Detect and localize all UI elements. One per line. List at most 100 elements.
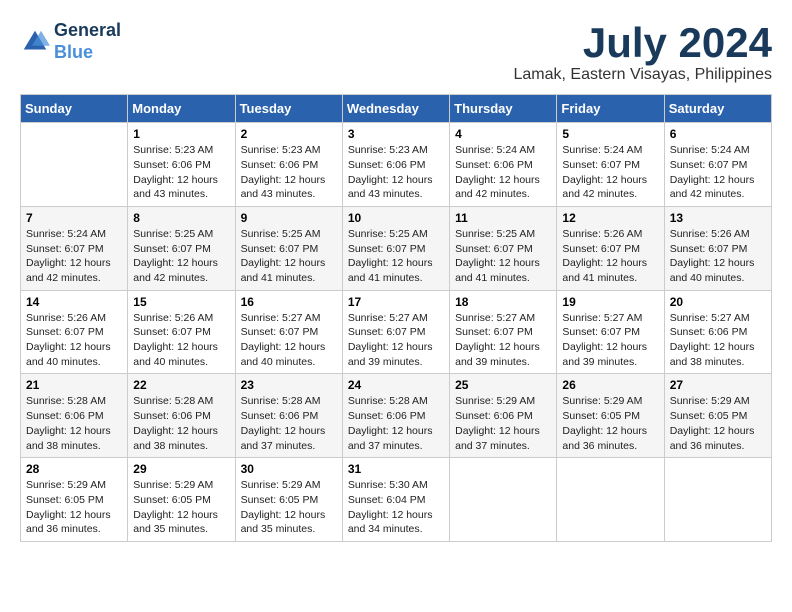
calendar-cell: 27 Sunrise: 5:29 AM Sunset: 6:05 PM Dayli… <box>664 374 771 458</box>
day-info: Sunrise: 5:29 AM Sunset: 6:05 PM Dayligh… <box>562 394 658 453</box>
day-number: 24 <box>348 378 444 392</box>
day-info: Sunrise: 5:25 AM Sunset: 6:07 PM Dayligh… <box>133 227 229 286</box>
day-number: 27 <box>670 378 766 392</box>
calendar-week-row: 21Sunrise: 5:28 AM Sunset: 6:06 PM Dayli… <box>21 374 772 458</box>
calendar-cell: 4Sunrise: 5:24 AM Sunset: 6:06 PM Daylig… <box>450 123 557 207</box>
day-info: Sunrise: 5:25 AM Sunset: 6:07 PM Dayligh… <box>241 227 337 286</box>
day-number: 8 <box>133 211 229 225</box>
day-info: Sunrise: 5:28 AM Sunset: 6:06 PM Dayligh… <box>133 394 229 453</box>
day-info: Sunrise: 5:23 AM Sunset: 6:06 PM Dayligh… <box>241 143 337 202</box>
day-info: Sunrise: 5:25 AM Sunset: 6:07 PM Dayligh… <box>455 227 551 286</box>
logo: General Blue <box>20 20 121 63</box>
calendar-cell <box>557 458 664 542</box>
day-number: 1 <box>133 127 229 141</box>
calendar-cell: 10 Sunrise: 5:25 AM Sunset: 6:07 PM Dayli… <box>342 206 449 290</box>
day-header-monday: Monday <box>128 95 235 123</box>
calendar-cell: 9 Sunrise: 5:25 AM Sunset: 6:07 PM Daylig… <box>235 206 342 290</box>
calendar-cell: 12 Sunrise: 5:26 AM Sunset: 6:07 PM Dayli… <box>557 206 664 290</box>
calendar-cell: 29 Sunrise: 5:29 AM Sunset: 6:05 PM Dayli… <box>128 458 235 542</box>
day-info: Sunrise: 5:29 AM Sunset: 6:05 PM Dayligh… <box>133 478 229 537</box>
calendar-cell: 2 Sunrise: 5:23 AM Sunset: 6:06 PM Daylig… <box>235 123 342 207</box>
day-number: 2 <box>241 127 337 141</box>
day-header-tuesday: Tuesday <box>235 95 342 123</box>
day-number: 6 <box>670 127 766 141</box>
calendar-header-row: SundayMondayTuesdayWednesdayThursdayFrid… <box>21 95 772 123</box>
calendar-week-row: 1 Sunrise: 5:23 AM Sunset: 6:06 PM Daylig… <box>21 123 772 207</box>
day-number: 11 <box>455 211 551 225</box>
calendar-cell: 7 Sunrise: 5:24 AM Sunset: 6:07 PM Daylig… <box>21 206 128 290</box>
calendar-cell <box>450 458 557 542</box>
day-number: 3 <box>348 127 444 141</box>
day-info: Sunrise: 5:27 AM Sunset: 6:07 PM Dayligh… <box>241 311 337 370</box>
day-info: Sunrise: 5:27 AM Sunset: 6:07 PM Dayligh… <box>562 311 658 370</box>
logo-text: General Blue <box>54 20 121 63</box>
day-number: 23 <box>241 378 337 392</box>
day-info: Sunrise: 5:30 AM Sunset: 6:04 PM Dayligh… <box>348 478 444 537</box>
day-info: Sunrise: 5:29 AM Sunset: 6:05 PM Dayligh… <box>26 478 122 537</box>
calendar-week-row: 7 Sunrise: 5:24 AM Sunset: 6:07 PM Daylig… <box>21 206 772 290</box>
day-info: Sunrise: 5:28 AM Sunset: 6:06 PM Dayligh… <box>348 394 444 453</box>
day-info: Sunrise: 5:29 AM Sunset: 6:05 PM Dayligh… <box>241 478 337 537</box>
day-number: 31 <box>348 462 444 476</box>
calendar-cell: 25 Sunrise: 5:29 AM Sunset: 6:06 PM Dayli… <box>450 374 557 458</box>
calendar-cell: 11 Sunrise: 5:25 AM Sunset: 6:07 PM Dayli… <box>450 206 557 290</box>
calendar-cell: 21Sunrise: 5:28 AM Sunset: 6:06 PM Dayli… <box>21 374 128 458</box>
day-number: 9 <box>241 211 337 225</box>
day-number: 26 <box>562 378 658 392</box>
calendar-cell <box>21 123 128 207</box>
calendar-cell: 13 Sunrise: 5:26 AM Sunset: 6:07 PM Dayli… <box>664 206 771 290</box>
day-info: Sunrise: 5:23 AM Sunset: 6:06 PM Dayligh… <box>133 143 229 202</box>
day-info: Sunrise: 5:27 AM Sunset: 6:06 PM Dayligh… <box>670 311 766 370</box>
calendar-cell: 22 Sunrise: 5:28 AM Sunset: 6:06 PM Dayli… <box>128 374 235 458</box>
day-header-friday: Friday <box>557 95 664 123</box>
day-info: Sunrise: 5:29 AM Sunset: 6:06 PM Dayligh… <box>455 394 551 453</box>
day-number: 22 <box>133 378 229 392</box>
calendar-cell: 18Sunrise: 5:27 AM Sunset: 6:07 PM Dayli… <box>450 290 557 374</box>
calendar-cell: 30 Sunrise: 5:29 AM Sunset: 6:05 PM Dayli… <box>235 458 342 542</box>
calendar-cell: 31 Sunrise: 5:30 AM Sunset: 6:04 PM Dayli… <box>342 458 449 542</box>
calendar-cell: 17Sunrise: 5:27 AM Sunset: 6:07 PM Dayli… <box>342 290 449 374</box>
logo-icon <box>20 27 50 57</box>
day-header-sunday: Sunday <box>21 95 128 123</box>
day-number: 12 <box>562 211 658 225</box>
location: Lamak, Eastern Visayas, Philippines <box>513 66 772 84</box>
day-info: Sunrise: 5:24 AM Sunset: 6:07 PM Dayligh… <box>562 143 658 202</box>
day-number: 10 <box>348 211 444 225</box>
calendar-cell: 6 Sunrise: 5:24 AM Sunset: 6:07 PM Daylig… <box>664 123 771 207</box>
day-info: Sunrise: 5:27 AM Sunset: 6:07 PM Dayligh… <box>348 311 444 370</box>
day-info: Sunrise: 5:28 AM Sunset: 6:06 PM Dayligh… <box>26 394 122 453</box>
calendar-cell: 5Sunrise: 5:24 AM Sunset: 6:07 PM Daylig… <box>557 123 664 207</box>
calendar-cell: 3 Sunrise: 5:23 AM Sunset: 6:06 PM Daylig… <box>342 123 449 207</box>
day-header-saturday: Saturday <box>664 95 771 123</box>
calendar-cell: 14Sunrise: 5:26 AM Sunset: 6:07 PM Dayli… <box>21 290 128 374</box>
day-number: 7 <box>26 211 122 225</box>
day-info: Sunrise: 5:27 AM Sunset: 6:07 PM Dayligh… <box>455 311 551 370</box>
day-info: Sunrise: 5:23 AM Sunset: 6:06 PM Dayligh… <box>348 143 444 202</box>
day-info: Sunrise: 5:26 AM Sunset: 6:07 PM Dayligh… <box>670 227 766 286</box>
calendar-cell: 24 Sunrise: 5:28 AM Sunset: 6:06 PM Dayli… <box>342 374 449 458</box>
day-info: Sunrise: 5:29 AM Sunset: 6:05 PM Dayligh… <box>670 394 766 453</box>
day-info: Sunrise: 5:24 AM Sunset: 6:07 PM Dayligh… <box>26 227 122 286</box>
day-number: 13 <box>670 211 766 225</box>
day-number: 4 <box>455 127 551 141</box>
calendar-cell: 20 Sunrise: 5:27 AM Sunset: 6:06 PM Dayli… <box>664 290 771 374</box>
month-year: July 2024 <box>513 20 772 66</box>
day-number: 29 <box>133 462 229 476</box>
calendar-cell <box>664 458 771 542</box>
day-info: Sunrise: 5:25 AM Sunset: 6:07 PM Dayligh… <box>348 227 444 286</box>
title-section: July 2024 Lamak, Eastern Visayas, Philip… <box>513 20 772 84</box>
day-number: 15 <box>133 295 229 309</box>
page-header: General Blue July 2024 Lamak, Eastern Vi… <box>20 20 772 84</box>
calendar-cell: 28Sunrise: 5:29 AM Sunset: 6:05 PM Dayli… <box>21 458 128 542</box>
day-header-wednesday: Wednesday <box>342 95 449 123</box>
day-info: Sunrise: 5:24 AM Sunset: 6:07 PM Dayligh… <box>670 143 766 202</box>
day-info: Sunrise: 5:26 AM Sunset: 6:07 PM Dayligh… <box>26 311 122 370</box>
day-info: Sunrise: 5:26 AM Sunset: 6:07 PM Dayligh… <box>562 227 658 286</box>
day-number: 25 <box>455 378 551 392</box>
day-number: 30 <box>241 462 337 476</box>
calendar-cell: 23Sunrise: 5:28 AM Sunset: 6:06 PM Dayli… <box>235 374 342 458</box>
calendar-table: SundayMondayTuesdayWednesdayThursdayFrid… <box>20 94 772 542</box>
day-number: 16 <box>241 295 337 309</box>
calendar-week-row: 14Sunrise: 5:26 AM Sunset: 6:07 PM Dayli… <box>21 290 772 374</box>
day-number: 20 <box>670 295 766 309</box>
